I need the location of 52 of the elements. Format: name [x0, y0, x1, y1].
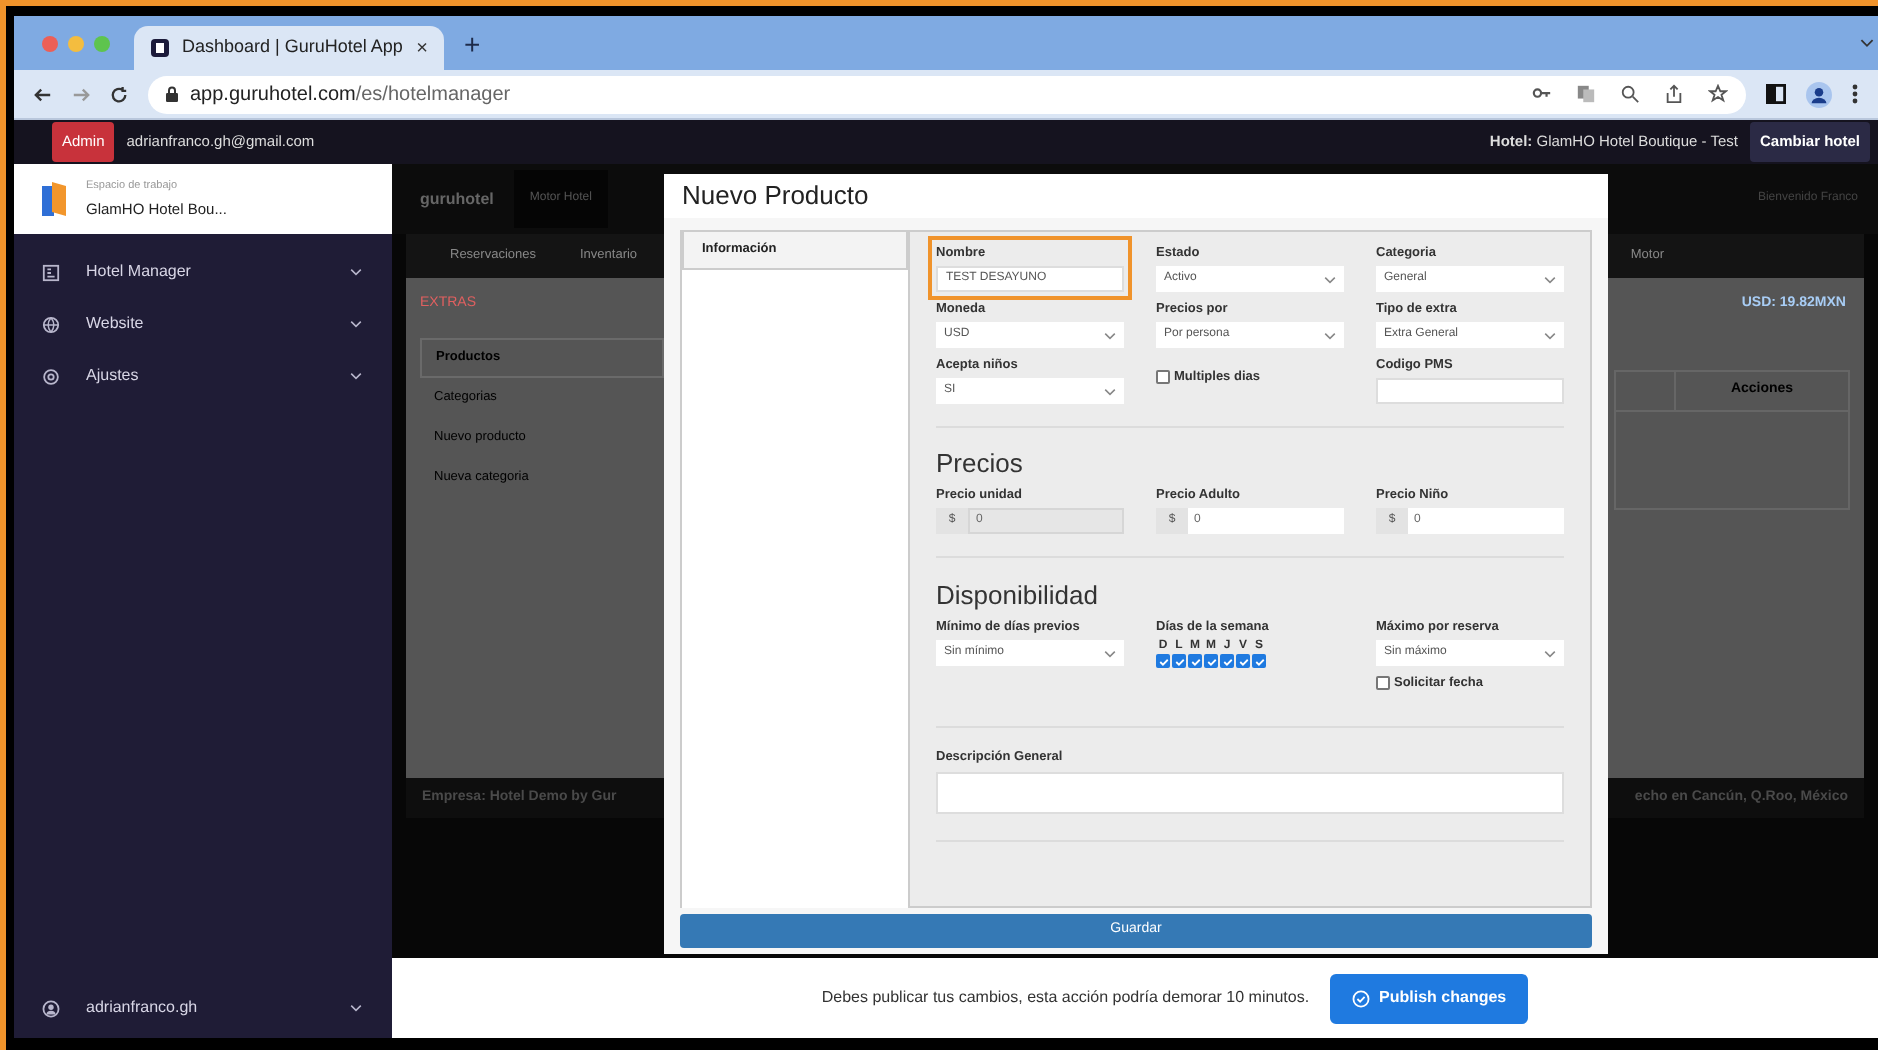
chevron-down-icon: [1324, 331, 1336, 339]
user-menu[interactable]: adrianfranco.gh: [14, 982, 392, 1034]
star-icon: [1708, 84, 1728, 104]
book-icon: [42, 182, 66, 216]
globe-icon: [42, 315, 60, 333]
address-bar[interactable]: app.guruhotel.com/es/hotelmanager: [148, 75, 1746, 113]
share-icon: [1664, 84, 1684, 104]
check-circle-icon: [1351, 989, 1370, 1007]
chevron-down-icon: [1104, 387, 1116, 395]
chevron-down-icon: [1544, 649, 1556, 657]
checkbox[interactable]: [1376, 676, 1390, 691]
chevron-down-icon: [350, 372, 362, 380]
section-heading: Disponibilidad: [936, 580, 1100, 612]
text-field[interactable]: [1376, 378, 1564, 404]
chevron-down-icon: [1544, 331, 1556, 339]
browser-tab[interactable]: Dashboard | GuruHotel App ×: [134, 26, 444, 70]
chevron-down-icon: [1104, 649, 1116, 657]
publish-message: Debes publicar tus cambios, esta acción podría demorar 10 minutos.: [821, 986, 1310, 1010]
lock-icon: [166, 86, 178, 102]
logo-text: guruhotel: [420, 187, 494, 211]
building-icon: [42, 263, 60, 281]
gear-icon: [42, 367, 60, 385]
checkbox[interactable]: [1156, 370, 1170, 385]
chevron-down-icon: [1104, 331, 1116, 339]
app-icon: [150, 38, 170, 58]
new-tab-button[interactable]: +: [464, 29, 481, 57]
back-icon: [34, 85, 52, 103]
key-icon: [1532, 84, 1552, 104]
tab-title: Dashboard | GuruHotel App: [182, 34, 405, 61]
forward-icon: [72, 85, 90, 103]
chevron-down-icon: [1544, 275, 1556, 283]
chevron-down-icon: [350, 320, 362, 328]
publish-button[interactable]: Publish changes: [1329, 973, 1529, 1023]
modal-title: Nuevo Producto: [680, 178, 871, 215]
profile-icon: [1806, 81, 1832, 107]
section-heading: Precios: [936, 448, 1025, 480]
description-field[interactable]: [936, 771, 1564, 814]
url-text: app.guruhotel.com/es/hotelmanager: [190, 81, 511, 109]
chevron-down-icon: [1324, 275, 1336, 283]
sidebar-item[interactable]: Ajustes: [14, 350, 392, 402]
reload-icon: [110, 85, 128, 103]
chevron-down-icon: [350, 268, 362, 276]
sidebar-item[interactable]: Website: [14, 298, 392, 350]
translate-icon: [1576, 84, 1596, 104]
tab-list-icon: [1860, 38, 1874, 48]
chevron-down-icon: [350, 1004, 362, 1012]
sidebar-item[interactable]: Hotel Manager: [14, 246, 392, 298]
zoom-icon: [1620, 84, 1640, 104]
menu-icon: [1852, 84, 1858, 104]
user-icon: [42, 999, 60, 1017]
sidebar-icon: [1766, 84, 1786, 104]
close-tab-button[interactable]: ×: [416, 33, 428, 63]
